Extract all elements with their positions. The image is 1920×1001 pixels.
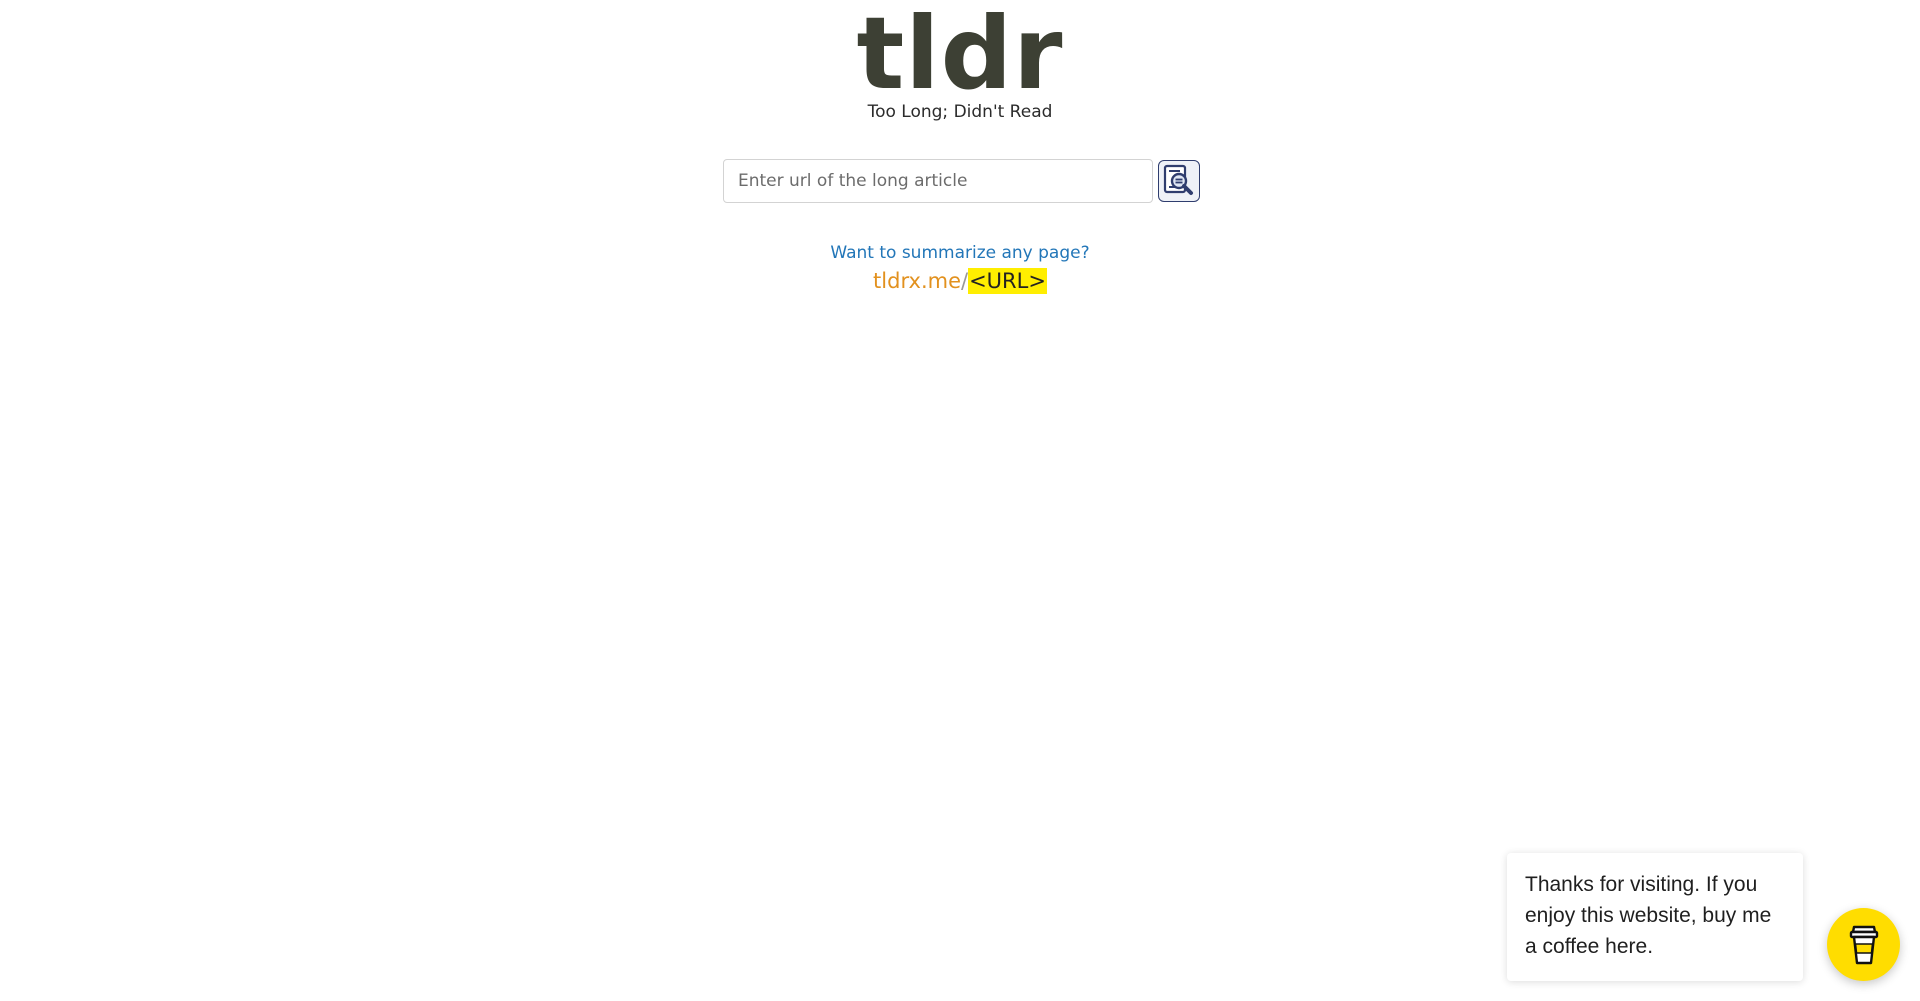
promo-url-placeholder: <URL> xyxy=(968,268,1047,294)
document-search-icon xyxy=(1163,164,1193,195)
promo-section: Want to summarize any page? tldrx.me/<UR… xyxy=(0,243,1920,294)
url-input[interactable] xyxy=(723,159,1153,203)
promo-url-pattern: tldrx.me/<URL> xyxy=(0,268,1920,294)
page: tldr Too Long; Didn't Read Want to summa… xyxy=(0,0,1920,1001)
summarize-button[interactable] xyxy=(1158,160,1200,202)
search-bar xyxy=(723,159,1200,203)
coffee-message-text: Thanks for visiting. If you enjoy this w… xyxy=(1525,873,1772,958)
promo-domain: tldrx.me xyxy=(873,269,961,293)
buy-me-a-coffee-button[interactable] xyxy=(1827,908,1900,981)
coffee-cup-icon xyxy=(1849,925,1878,964)
site-logo[interactable]: tldr xyxy=(0,4,1920,104)
summarize-any-page-link[interactable]: Want to summarize any page? xyxy=(830,243,1089,263)
site-header: tldr Too Long; Didn't Read xyxy=(0,4,1920,123)
coffee-message-popup[interactable]: Thanks for visiting. If you enjoy this w… xyxy=(1507,853,1803,981)
site-tagline: Too Long; Didn't Read xyxy=(867,102,1053,122)
